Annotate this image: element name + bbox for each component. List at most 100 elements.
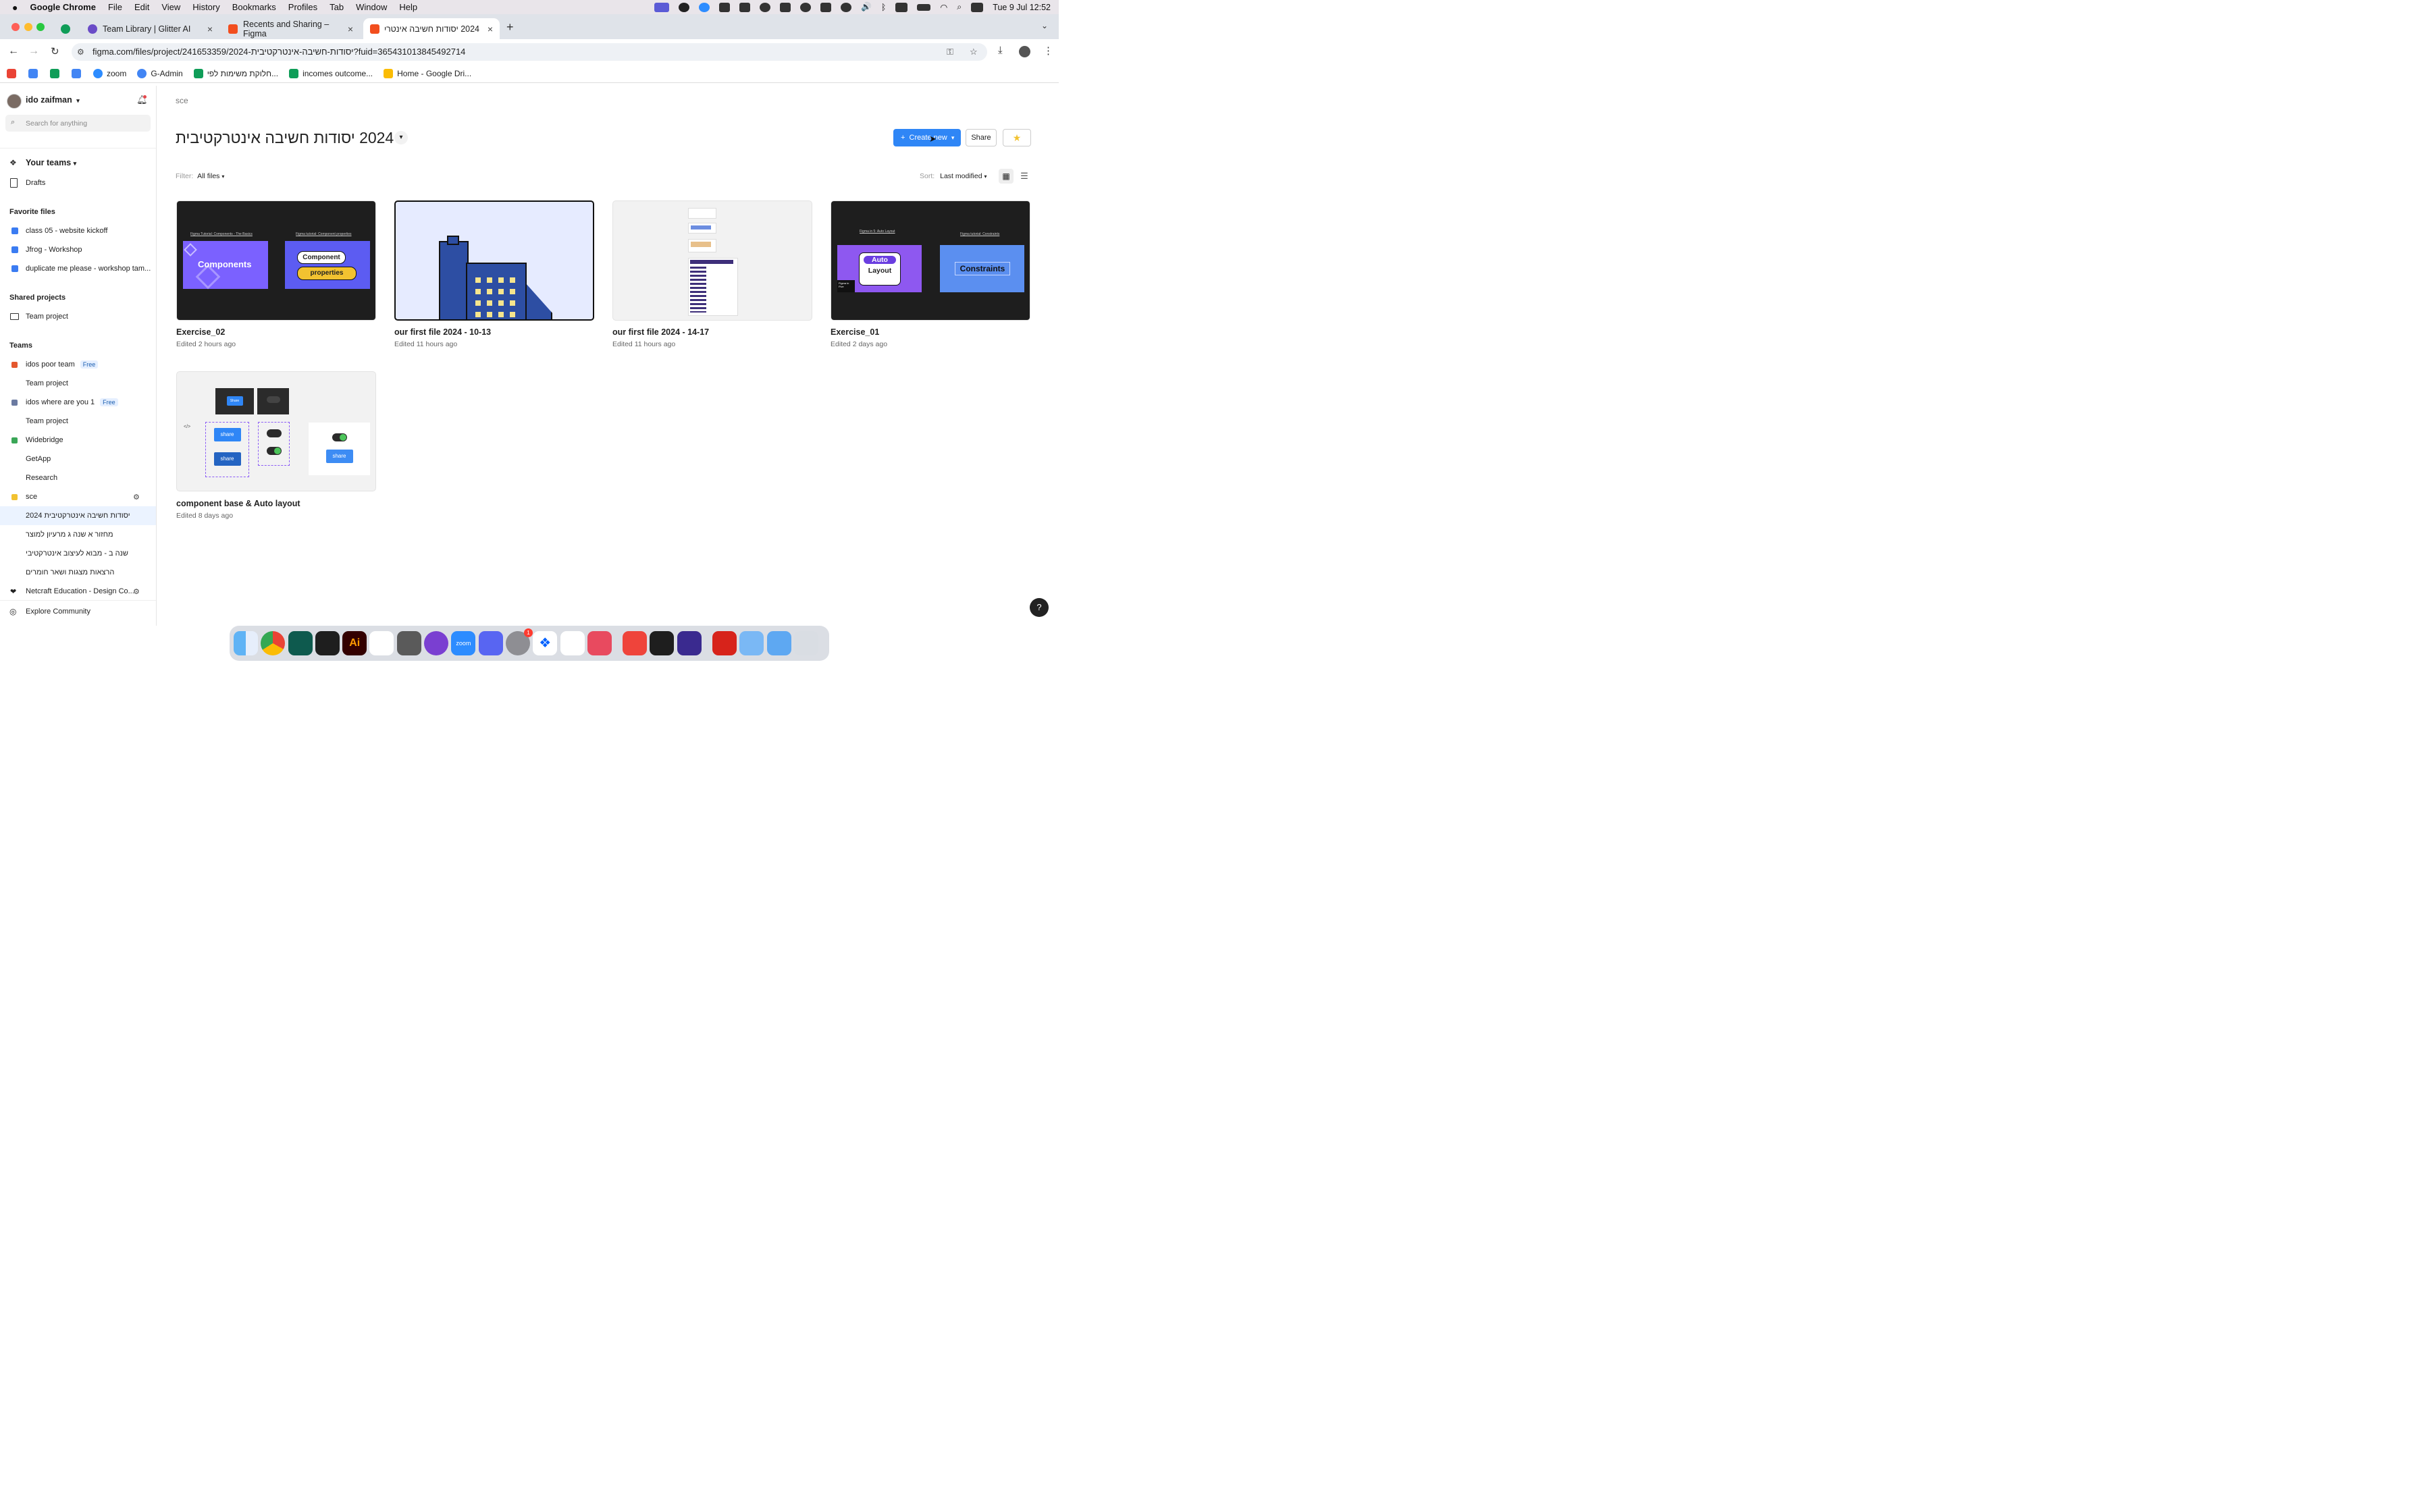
share-button[interactable]: Share — [966, 129, 997, 146]
menu-profiles[interactable]: Profiles — [288, 2, 317, 12]
sidebar-item-project[interactable]: Team project — [0, 374, 156, 393]
freeform-icon[interactable] — [560, 631, 585, 655]
input-source-icon[interactable] — [895, 2, 908, 12]
shared-project-item[interactable]: Team project — [0, 307, 156, 326]
bookmark-zoom[interactable]: zoom — [93, 69, 126, 78]
sidebar-item-project-selected[interactable]: 2024 יסודות חשיבה אינטרקטיבית — [0, 506, 156, 525]
window-minimize-button[interactable] — [24, 23, 32, 31]
tab-close-icon[interactable]: × — [488, 24, 493, 34]
file-card[interactable] — [394, 200, 594, 321]
tab-figma-recents[interactable]: Recents and Sharing – Figma × — [221, 18, 360, 39]
team-settings-icon[interactable]: ⚙ — [133, 493, 140, 502]
zoom-tray-icon[interactable] — [699, 2, 710, 12]
app-icon[interactable] — [288, 631, 313, 655]
sidebar-item-project[interactable]: Research — [0, 468, 156, 487]
help-button[interactable]: ? — [1030, 598, 1049, 617]
address-bar[interactable]: ⚙ figma.com/files/project/241653359/2024… — [72, 43, 987, 61]
bookmark-g-admin[interactable]: G-Admin — [137, 69, 183, 78]
search-input[interactable]: ⌕ Search for anything — [5, 115, 151, 132]
menu-history[interactable]: History — [192, 2, 219, 12]
window-zoom-button[interactable] — [36, 23, 45, 31]
window-close-button[interactable] — [11, 23, 20, 31]
sidebar-item-project[interactable]: שנה ב - מבוא לעיצוב אינטרקטיבי — [0, 544, 156, 563]
folder-icon[interactable] — [766, 631, 791, 655]
favorite-file-item[interactable]: duplicate me please - workshop tam... — [0, 259, 156, 278]
menu-file[interactable]: File — [108, 2, 122, 12]
favorite-star-button[interactable]: ★ — [1003, 129, 1031, 146]
power-tray-icon[interactable] — [841, 2, 852, 12]
sidebar-item-project[interactable]: הרצאות מצגות ושאר חומרים — [0, 563, 156, 582]
gmail-bookmark-icon[interactable] — [7, 69, 20, 78]
acrobat-icon[interactable] — [712, 631, 737, 655]
slack-icon[interactable] — [369, 631, 394, 655]
sidebar-item-team[interactable]: Widebridge — [0, 431, 156, 450]
figma-icon[interactable] — [650, 631, 675, 655]
menu-app-name[interactable]: Google Chrome — [30, 2, 96, 12]
docs-bookmark-icon[interactable] — [28, 69, 42, 78]
sidebar-item-drafts[interactable]: Drafts — [0, 173, 156, 192]
back-arrow-icon[interactable]: ← — [8, 45, 19, 57]
favorite-file-item[interactable]: class 05 - website kickoff — [0, 221, 156, 240]
favorite-file-item[interactable]: Jfrog - Workshop — [0, 240, 156, 259]
chrome-icon[interactable] — [261, 631, 286, 655]
chrome-menu-icon[interactable]: ⋮ — [1043, 45, 1053, 57]
user-menu[interactable]: ido zaifman ▾ — [26, 95, 80, 105]
sidebar-item-project[interactable]: GetApp — [0, 450, 156, 468]
sheets-bookmark-icon[interactable] — [50, 69, 63, 78]
tab-figma-project[interactable]: 2024 יסודות חשיבה אינטרקטיבית × — [363, 18, 500, 39]
bookmark-google-drive[interactable]: Home - Google Dri... — [384, 69, 471, 78]
dropbox-icon[interactable]: ❖ — [533, 631, 558, 655]
breadcrumb[interactable]: sce — [176, 96, 188, 105]
spotlight-icon[interactable]: ⌕ — [957, 2, 962, 12]
file-card[interactable]: </> Share share share share — [176, 371, 376, 491]
trash-icon[interactable] — [793, 631, 818, 655]
explore-community-link[interactable]: ◎ Explore Community — [0, 602, 156, 621]
list-view-icon[interactable]: ☰ — [1017, 169, 1032, 184]
screen-share-icon[interactable] — [654, 2, 670, 12]
calculator-icon[interactable] — [396, 631, 421, 655]
grid-view-icon[interactable]: ▦ — [999, 169, 1014, 184]
site-settings-icon[interactable]: ⚙ — [77, 43, 84, 61]
calendar-bookmark-icon[interactable] — [72, 69, 85, 78]
tab-close-icon[interactable]: × — [348, 24, 353, 34]
downloads-icon[interactable]: ⤓ — [998, 45, 1003, 56]
tab-pinned-app[interactable] — [57, 18, 76, 39]
menu-window[interactable]: Window — [356, 2, 387, 12]
profile-avatar[interactable] — [1019, 46, 1030, 57]
bluetooth-icon[interactable]: ᛒ — [881, 3, 887, 12]
finder-icon[interactable] — [234, 631, 258, 655]
illustrator-icon[interactable]: Ai — [342, 631, 367, 655]
sort-control[interactable]: Sort: Last modified ▾ — [920, 172, 987, 180]
grammarly-icon[interactable] — [679, 2, 690, 12]
wifi-icon[interactable]: ◠ — [940, 2, 947, 12]
bookmark-star-icon[interactable]: ☆ — [970, 43, 978, 61]
figma-icon[interactable] — [315, 631, 340, 655]
menu-edit[interactable]: Edit — [134, 2, 149, 12]
menu-help[interactable]: Help — [399, 2, 417, 12]
dropbox-tray-icon[interactable] — [780, 2, 791, 12]
user-avatar[interactable] — [7, 94, 22, 109]
team-settings-icon[interactable]: ⚙ — [133, 587, 140, 596]
glitter-icon[interactable] — [677, 631, 702, 655]
menu-view[interactable]: View — [161, 2, 180, 12]
password-key-icon[interactable]: ⚿ — [947, 43, 953, 61]
reload-icon[interactable]: ↻ — [51, 45, 59, 57]
settings-icon[interactable]: 1 — [505, 628, 533, 655]
anydesk-icon[interactable] — [623, 631, 648, 655]
file-card[interactable] — [612, 200, 812, 321]
fox-tray-icon[interactable] — [820, 2, 832, 12]
apple-icon[interactable]: ● — [12, 2, 18, 13]
new-tab-button[interactable]: + — [506, 20, 514, 34]
downloads-folder-icon[interactable] — [739, 631, 764, 655]
sidebar-item-team[interactable]: idos poor team Free — [0, 355, 156, 374]
zoom-icon[interactable]: zoom — [451, 631, 476, 655]
project-options-button[interactable]: ▾ — [394, 131, 408, 144]
create-new-button[interactable]: + Create new ▾ — [893, 129, 961, 146]
volume-icon[interactable]: 🔊 — [861, 2, 872, 12]
bookmark-task-split[interactable]: חלוקת משימות לפי... — [193, 69, 278, 78]
control-center-icon[interactable] — [971, 2, 984, 12]
bookmark-incomes[interactable]: incomes outcome... — [289, 69, 373, 78]
creative-cloud-icon[interactable] — [760, 2, 771, 12]
figma-tray-icon[interactable] — [719, 2, 731, 12]
app-tray-icon[interactable] — [739, 2, 751, 12]
